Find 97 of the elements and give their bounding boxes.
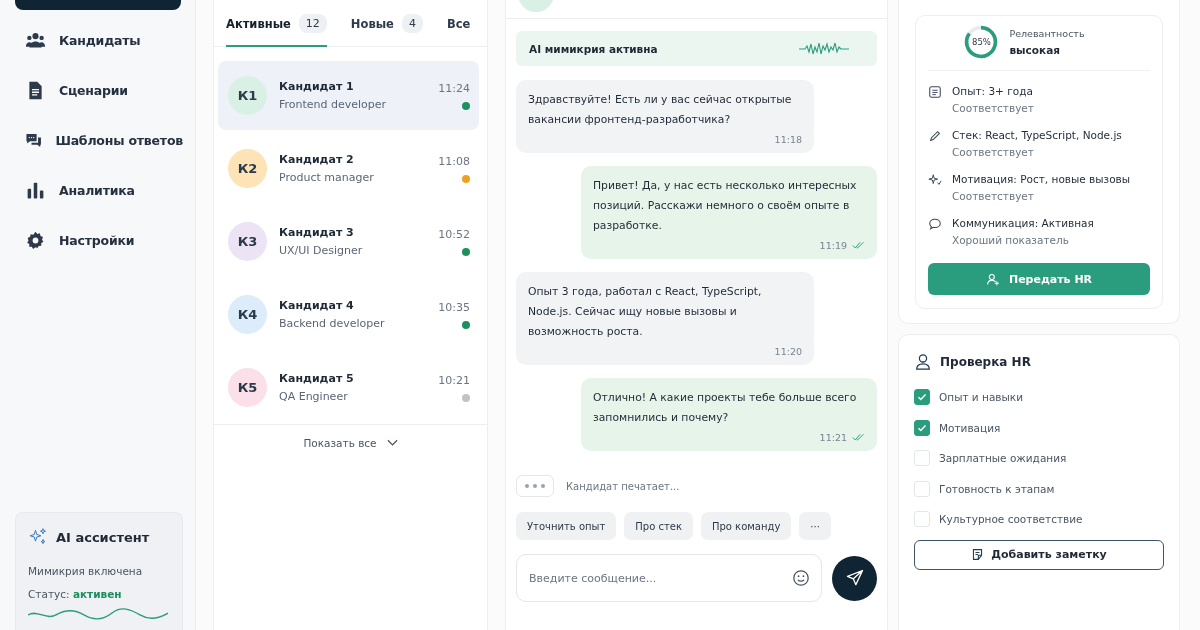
candidate-role: UX/UI Designer [279,244,364,257]
sparkle-icon [928,173,942,187]
filter-tab[interactable]: Активные 12 [226,14,327,47]
nav-item[interactable]: Кандидаты [15,27,183,53]
quick-reply-button[interactable]: Про команду [700,512,792,540]
avatar: К4 [228,295,267,334]
checkbox-label: Опыт и навыки [939,391,1023,404]
avatar: К1 [228,76,267,115]
typing-indicator [516,475,554,497]
candidate-item[interactable]: К2 Кандидат 2 Product manager 11:08 [218,134,479,203]
candidate-item[interactable]: К4 Кандидат 4 Backend developer 10:35 [218,280,479,349]
pencil-icon [928,129,942,143]
candidate-role: QA Engineer [279,390,349,403]
message-time: 11:08 [438,154,470,168]
nav-label: Настройки [59,232,135,248]
user-icon [914,353,932,371]
candidate-name: Кандидат 5 [279,372,355,385]
assistant-title: AI ассистент [56,529,150,545]
relevance-value: высокая [1009,44,1061,56]
send-icon [844,568,865,588]
quick-reply-button[interactable]: Уточнить опыт [516,512,617,540]
nav-item[interactable]: Настройки [15,227,183,253]
send-button[interactable] [832,555,877,601]
quick-reply-button[interactable]: ··· [799,512,831,540]
message-time: 10:52 [438,227,470,241]
list-icon [928,85,942,99]
criterion-status: Соответствует [952,102,1034,114]
avatar: К5 [228,368,267,407]
tab-label: Новые [350,16,394,31]
nav-label: Кандидаты [59,32,141,48]
criterion-status: Соответствует [952,190,1035,202]
candidate-item[interactable]: К1 Кандидат 1 Frontend developer 11:24 [218,61,479,130]
settings-icon [25,229,46,251]
candidate-role: Product manager [279,171,375,184]
message-time: 11:18 [774,134,802,145]
checkbox-label: Культурное соответствие [939,513,1083,526]
checkbox-label: Зарплатные ожидания [939,452,1067,465]
message-time: 11:19 [819,240,847,251]
relevance-percent: 85% [971,36,992,49]
status-text: Статус: активен [28,588,123,600]
tab-label: Активные [226,16,291,31]
candidate-name: Кандидат 2 [279,153,355,166]
show-all-link[interactable]: Показать все [214,425,487,461]
count-badge: 4 [401,14,423,33]
candidate-role: Backend developer [279,317,386,330]
nav-label: Сценарии [59,82,128,98]
message-field[interactable]: Введите сообщение... [516,554,822,602]
emoji-icon[interactable] [792,569,810,587]
candidate-name: Кандидат 4 [279,299,355,312]
candidate-role: Frontend developer [279,98,388,111]
criterion-status: Соответствует [952,146,1035,158]
nav-label: Шаблоны ответов [55,132,183,148]
message-time: 10:35 [438,300,470,314]
criterion-title: Стек: React, TypeScript, Node.js [952,129,1122,141]
criterion-title: Коммуникация: Активная [952,217,1094,229]
message-text: Отлично! А какие проекты тебе больше всего запомнились и почему? [593,390,858,426]
nav-label: Аналитика [59,182,135,198]
user-plus-icon [985,271,1001,287]
speech-bubble-icon [928,217,942,231]
nav-item[interactable]: Сценарии [15,77,183,103]
typing-text: Кандидат печатает... [566,480,680,492]
quick-reply-button[interactable]: Про стек [624,512,693,540]
avatar: К3 [228,222,267,261]
filter-tab[interactable]: Новые 4 [350,14,423,47]
criterion-title: Мотивация: Рост, новые вызовы [952,173,1131,185]
checkbox[interactable] [914,389,930,406]
candidate-name: Кандидат 1 [279,80,355,93]
message-time: 11:21 [819,432,847,443]
add-note-button[interactable]: Добавить заметку [914,539,1164,570]
sparkle-icon [28,527,48,547]
message-text: Привет! Да, у нас есть несколько интересных позиций. Расскажи немного о своём опыте в разработке. [593,178,858,234]
candidate-name: Кандидат 3 [279,226,355,239]
checkbox-label: Мотивация [939,421,1001,434]
message-time: 11:20 [774,346,802,357]
chevron-down-icon [386,439,398,447]
mimicry-text: Мимикрия включена [28,565,144,577]
note-icon [971,548,985,561]
message-text: Здравствуйте! Есть ли у вас сейчас открытые вакансии фронтенд-разработчика? [528,92,793,128]
avatar: К2 [228,149,267,188]
message-time: 11:24 [438,81,470,95]
tab-label: Все [446,16,471,31]
nav-item[interactable]: Шаблоны ответов [15,127,183,153]
filter-tab[interactable]: Все [446,14,471,47]
candidate-item[interactable]: К3 Кандидат 3 UX/UI Designer 10:52 [218,207,479,276]
criterion-title: Опыт: 3+ года [952,85,1034,97]
criterion-status: Хороший показатель [952,234,1070,246]
message-text: Опыт 3 года, работал с React, TypeScript, Node.js. Сейчас ищу новые вызовы и возможность роста. [528,284,763,340]
nav-item[interactable]: Аналитика [15,177,183,203]
checkbox[interactable] [914,419,930,436]
relevance-label: Релевантность [1009,28,1085,39]
candidate-item[interactable]: К5 Кандидат 5 QA Engineer 10:21 [218,353,479,422]
panel-title: Проверка HR [940,355,1031,369]
count-badge: 12 [298,14,327,33]
checkbox-label: Готовность к этапам [939,482,1055,495]
top-button[interactable] [15,0,181,10]
banner-text: AI мимикрия активна [529,42,658,55]
message-time: 10:21 [438,373,470,387]
